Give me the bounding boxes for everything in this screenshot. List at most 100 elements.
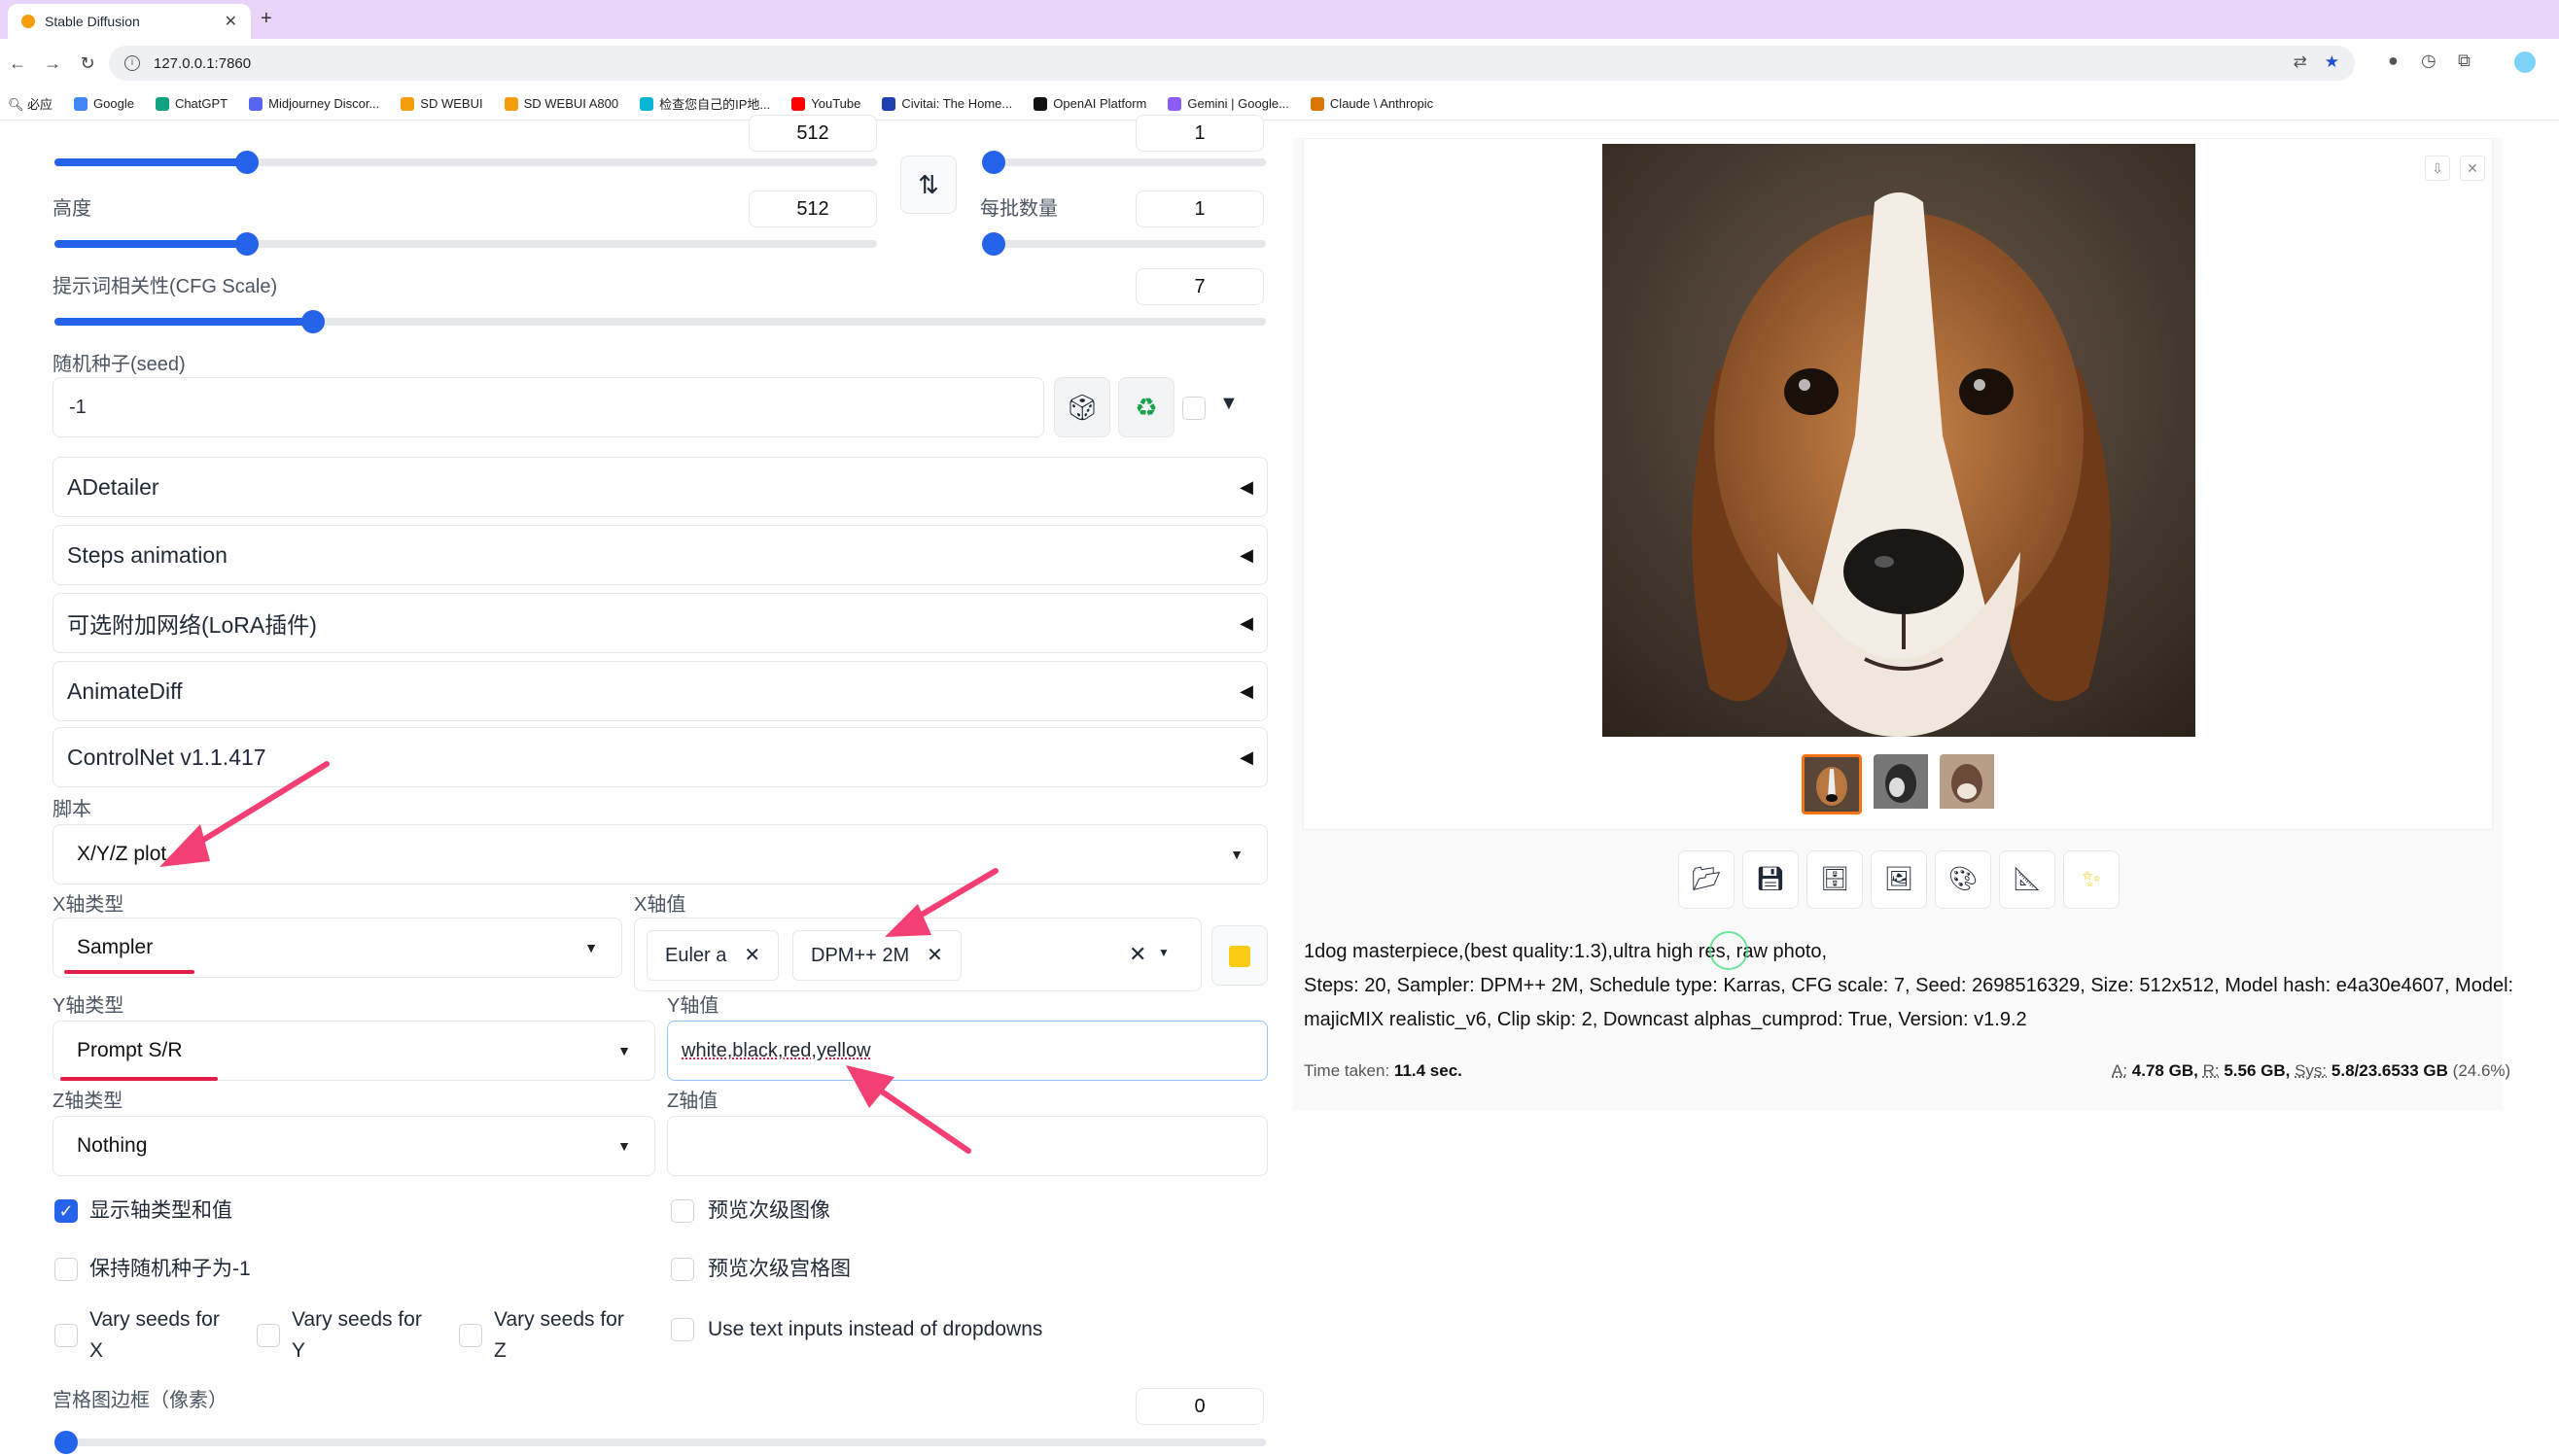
reload-icon[interactable]: ↻ — [70, 53, 105, 74]
gallery-thumbnail[interactable] — [1940, 754, 2000, 815]
bookmark-item[interactable]: Gemini | Google... — [1168, 96, 1289, 111]
bookmark-item[interactable]: Midjourney Discor... — [249, 96, 379, 111]
profile-avatar[interactable] — [2514, 52, 2536, 73]
y-type-dropdown[interactable]: Prompt S/R ▼ — [53, 1021, 655, 1081]
bookmark-item[interactable]: YouTube — [791, 96, 860, 111]
batch-size-number[interactable]: 1 — [1136, 191, 1264, 227]
height-label: 高度 — [53, 198, 91, 220]
extra-seed-toggle-icon[interactable]: ▼ — [1219, 393, 1239, 415]
sparkle-icon[interactable]: ✨︎ — [2063, 850, 2120, 909]
vary-seeds-z-checkbox[interactable] — [459, 1324, 482, 1347]
red-underline-annotation — [64, 970, 194, 974]
bookmark-item[interactable]: OpenAI Platform — [1034, 96, 1146, 111]
bookmark-item[interactable]: ChatGPT — [155, 96, 228, 111]
tab-stable-diffusion[interactable]: Stable Diffusion ✕ — [8, 4, 251, 39]
close-icon[interactable]: ✕ — [2460, 156, 2485, 181]
cfg-slider[interactable] — [54, 310, 1266, 333]
forward-icon[interactable]: → — [35, 53, 70, 74]
translate-icon[interactable]: ⇄ — [2294, 52, 2307, 72]
send-to-img2img-icon[interactable]: 🖼︎ — [1871, 850, 1927, 909]
bookmark-item[interactable]: Civitai: The Home... — [882, 96, 1012, 111]
extensions-puzzle-icon[interactable]: ⧉ — [2458, 51, 2471, 71]
cfg-number[interactable]: 7 — [1136, 268, 1264, 305]
bookmark-item[interactable]: SD WEBUI A800 — [504, 96, 618, 111]
bookmark-item[interactable]: SD WEBUI — [401, 96, 483, 111]
address-bar[interactable]: i 127.0.0.1:7860 ⇄ ★ — [109, 46, 2355, 81]
open-folder-icon[interactable]: 📂︎ — [1678, 850, 1735, 909]
clear-all-icon[interactable]: ✕ — [1129, 942, 1146, 967]
text-inputs-checkbox[interactable] — [671, 1318, 694, 1341]
keep-seed-checkbox[interactable] — [54, 1258, 78, 1281]
bookmark-item[interactable]: 🔍︎ 必应 — [8, 94, 53, 113]
fill-values-button[interactable] — [1211, 925, 1268, 986]
random-seed-dice-icon[interactable]: 🎲︎ — [1054, 377, 1110, 437]
batch-count-slider[interactable] — [982, 151, 1266, 174]
chevron-down-icon: ▼ — [584, 940, 598, 955]
collapse-triangle-icon: ◀ — [1240, 612, 1253, 633]
grid-margin-number[interactable]: 0 — [1136, 1388, 1264, 1425]
preview-sub-label: 预览次级图像 — [708, 1199, 830, 1222]
cursor-highlight — [1709, 931, 1748, 970]
grid-margin-slider-thumb[interactable] — [54, 1431, 78, 1454]
show-axes-checkbox[interactable]: ✓ — [54, 1199, 78, 1223]
collapse-triangle-icon: ◀ — [1240, 680, 1253, 701]
vary-seeds-x-checkbox[interactable] — [54, 1324, 78, 1347]
download-icon[interactable]: ⇩ — [2425, 156, 2450, 181]
height-number[interactable]: 512 — [749, 191, 877, 227]
bookmark-item[interactable]: Google — [74, 96, 134, 111]
back-icon[interactable]: ← — [0, 53, 35, 74]
width-slider[interactable] — [54, 151, 877, 174]
preview-sub-checkbox[interactable] — [671, 1199, 694, 1223]
vary-seeds-y-checkbox[interactable] — [257, 1324, 280, 1347]
accordion-lora[interactable]: 可选附加网络(LoRA插件) ◀ — [53, 593, 1268, 653]
bookmark-star-icon[interactable]: ★ — [2325, 52, 2339, 72]
save-icon[interactable]: 💾︎ — [1742, 850, 1799, 909]
tab-title: Stable Diffusion — [45, 14, 140, 29]
tab-close-icon[interactable]: ✕ — [225, 12, 237, 31]
tab-strip: Stable Diffusion ✕ + — [0, 0, 2559, 39]
keep-seed-label: 保持随机种子为-1 — [89, 1258, 251, 1280]
accordion-animatediff[interactable]: AnimateDiff ◀ — [53, 661, 1268, 721]
x-type-value: Sampler — [77, 936, 154, 958]
x-type-dropdown[interactable]: Sampler ▼ — [53, 918, 622, 978]
z-type-dropdown[interactable]: Nothing ▼ — [53, 1116, 655, 1176]
y-values-label: Y轴值 — [667, 995, 719, 1017]
seed-input[interactable]: -1 — [53, 377, 1044, 437]
history-icon[interactable]: ◷ — [2421, 51, 2436, 71]
batch-size-slider[interactable] — [982, 232, 1266, 256]
height-slider[interactable] — [54, 232, 877, 256]
bookmark-item[interactable]: Claude \ Anthropic — [1310, 96, 1433, 111]
gallery-thumbnail[interactable] — [1874, 754, 1934, 815]
zip-icon[interactable]: 🗄︎ — [1806, 850, 1863, 909]
swap-dimensions-button[interactable]: ⇅ — [900, 156, 957, 214]
batch-count-slider-thumb[interactable] — [982, 151, 1005, 174]
x-value-chip[interactable]: Euler a ✕ — [647, 930, 780, 981]
vary-seeds-y-label: Vary seeds for Y — [292, 1308, 422, 1362]
reuse-seed-recycle-icon[interactable]: ♻ — [1118, 377, 1174, 437]
width-slider-thumb[interactable] — [235, 151, 259, 174]
extension-icon[interactable]: ● — [2388, 51, 2399, 71]
batch-count-number[interactable]: 1 — [1136, 115, 1264, 152]
send-to-inpaint-icon[interactable]: 🎨︎ — [1935, 850, 1991, 909]
accordion-adetailer[interactable]: ADetailer ◀ — [53, 457, 1268, 517]
height-slider-thumb[interactable] — [235, 232, 259, 256]
send-to-extras-icon[interactable]: 📐︎ — [1999, 850, 2055, 909]
cfg-slider-thumb[interactable] — [301, 310, 325, 333]
annotation-arrow — [846, 1065, 971, 1154]
bookmarks-bar: 🔍︎ 必应 Google ChatGPT Midjourney Discor...… — [0, 87, 2559, 121]
chip-remove-icon[interactable]: ✕ — [744, 945, 760, 966]
collapse-triangle-icon: ◀ — [1240, 476, 1253, 497]
gallery-thumbnail[interactable] — [1802, 754, 1862, 815]
extra-seed-checkbox[interactable] — [1182, 397, 1206, 420]
grid-margin-slider[interactable] — [54, 1431, 1266, 1454]
chevron-down-icon[interactable]: ▼ — [1158, 946, 1170, 959]
width-number[interactable]: 512 — [749, 115, 877, 152]
site-info-icon[interactable]: i — [124, 55, 140, 71]
generated-image[interactable] — [1602, 144, 2195, 737]
preview-grid-checkbox[interactable] — [671, 1258, 694, 1281]
z-values-label: Z轴值 — [667, 1091, 719, 1112]
bookmark-item[interactable]: 检查您自己的IP地... — [640, 94, 770, 113]
accordion-steps-animation[interactable]: Steps animation ◀ — [53, 525, 1268, 585]
batch-size-slider-thumb[interactable] — [982, 232, 1005, 256]
new-tab-button[interactable]: + — [261, 8, 272, 30]
